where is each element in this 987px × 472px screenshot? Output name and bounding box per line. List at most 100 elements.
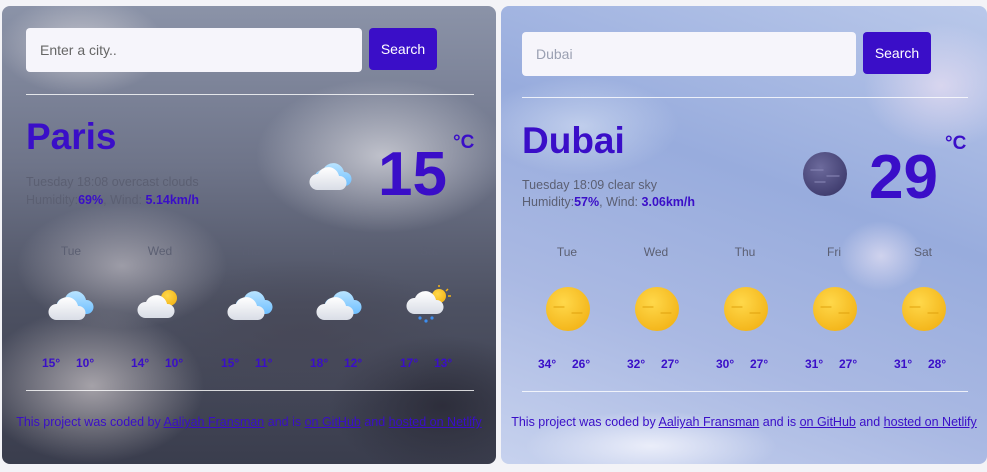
sun-icon: [635, 287, 679, 331]
forecast-day-name: Sat: [419, 244, 438, 258]
forecast-day-name: Tue: [556, 245, 578, 259]
forecast-low: 27°: [661, 357, 680, 371]
humidity-value: 57%: [574, 195, 600, 209]
search-button[interactable]: Search: [863, 32, 931, 74]
humidity-wind: Humidity:57%, Wind: 3.06km/h: [522, 195, 696, 209]
forecast-day-name: Tue: [60, 244, 82, 258]
forecast-day-name: Thu: [734, 245, 756, 259]
forecast-day: Wed 32° 27°: [611, 245, 701, 375]
forecast-low: 12°: [344, 356, 363, 370]
author-link[interactable]: Aaliyah Fransman: [164, 415, 265, 429]
github-link[interactable]: on GitHub: [800, 415, 856, 429]
wind-label: Wind:: [110, 193, 143, 207]
divider: [26, 94, 474, 95]
sun-icon: [546, 287, 590, 331]
wind-value: 3.06km/h: [641, 195, 696, 209]
forecast-high: 14°: [131, 356, 150, 370]
forecast-day-name: Thu: [239, 244, 261, 258]
footer-text: and: [360, 415, 389, 429]
humidity-value: 69%: [78, 193, 104, 207]
forecast-low: 13°: [434, 356, 453, 370]
sun-icon: [813, 287, 857, 331]
current-temperature: 29: [869, 143, 938, 212]
forecast-day-name: Wed: [147, 244, 173, 258]
forecast-low: 11°: [255, 356, 273, 370]
wind-value: 5.14km/h: [145, 193, 200, 207]
city-name: Dubai: [522, 120, 625, 161]
humidity-label: Humidity:: [26, 193, 79, 207]
divider: [522, 97, 968, 98]
datetime: Tuesday 18:09: [522, 178, 605, 192]
forecast-low: 10°: [76, 356, 95, 370]
search-input[interactable]: [522, 32, 856, 76]
forecast-low: 27°: [839, 357, 858, 371]
forecast-high: 30°: [716, 357, 735, 371]
forecast-day: Sat 31° 28°: [878, 245, 968, 375]
forecast-day: Fri 31° 27°: [789, 245, 879, 375]
footer-text: and is: [264, 415, 305, 429]
forecast-high: 15°: [42, 356, 61, 370]
humidity-label: Humidity:: [522, 195, 575, 209]
footer-text: This project was coded by: [16, 415, 164, 429]
sun-icon: [724, 287, 768, 331]
forecast-day-name: Fri: [332, 244, 346, 258]
date-condition: Tuesday 18:08 overcast clouds: [26, 175, 199, 189]
footer: This project was coded by Aaliyah Fransm…: [2, 415, 496, 429]
temperature-unit[interactable]: °C: [453, 132, 474, 154]
forecast-high: 17°: [400, 356, 419, 370]
forecast-low: 28°: [928, 357, 947, 371]
forecast-high: 31°: [894, 357, 913, 371]
humidity-wind: Humidity:69%, Wind: 5.14km/h: [26, 193, 200, 207]
forecast-day-name: Fri: [827, 245, 841, 259]
forecast-day: Thu 30° 27°: [700, 245, 790, 375]
cloud-icon: [227, 291, 273, 320]
footer-text: and: [855, 415, 884, 429]
divider: [26, 390, 474, 391]
condition: clear sky: [607, 178, 658, 192]
search-button[interactable]: Search: [369, 28, 437, 70]
cloud-icon: [48, 291, 94, 320]
netlify-link[interactable]: hosted on Netlify: [884, 415, 977, 429]
overcast-cloud-icon: [309, 163, 352, 190]
current-temperature: 15: [378, 140, 447, 209]
sun-rain-cloud-icon: [406, 285, 451, 323]
forecast-day: Fri 18° 12°: [294, 244, 384, 374]
sun-icon: [902, 287, 946, 331]
forecast-day: Wed 14° 10°: [115, 244, 205, 374]
footer-text: and is: [759, 415, 800, 429]
forecast-day: Tue 34° 26°: [522, 245, 612, 375]
github-link[interactable]: on GitHub: [305, 415, 361, 429]
forecast-high: 34°: [538, 357, 557, 371]
forecast-high: 18°: [310, 356, 329, 370]
author-link[interactable]: Aaliyah Fransman: [659, 415, 760, 429]
forecast-low: 26°: [572, 357, 591, 371]
divider: [522, 391, 968, 392]
date-condition: Tuesday 18:09 clear sky: [522, 178, 657, 192]
wind-label: Wind:: [606, 195, 639, 209]
forecast-day-name: Wed: [643, 245, 669, 259]
forecast-day: Sat 17° 13°: [384, 244, 474, 374]
footer: This project was coded by Aaliyah Fransm…: [501, 415, 987, 429]
cloud-icon: [316, 291, 362, 320]
forecast: Tue 15° 10° Wed 14° 10° Thu 15° 11° Fri …: [26, 244, 476, 374]
forecast-day: Thu 15° 11°: [205, 244, 295, 374]
condition: overcast clouds: [111, 175, 199, 189]
temperature-unit[interactable]: °C: [945, 133, 966, 155]
forecast-low: 10°: [165, 356, 184, 370]
weather-card-paris: Search Paris Tuesday 18:08 overcast clou…: [2, 6, 496, 464]
forecast: Tue 34° 26° Wed 32° 27° Thu 30° 27° Fri …: [522, 245, 972, 375]
clear-night-moon-icon: [803, 152, 847, 196]
search-input[interactable]: [26, 28, 362, 72]
city-name: Paris: [26, 116, 117, 157]
datetime: Tuesday 18:08: [26, 175, 109, 189]
forecast-high: 31°: [805, 357, 824, 371]
forecast-low: 27°: [750, 357, 769, 371]
forecast-high: 15°: [221, 356, 240, 370]
weather-card-dubai: Search Dubai Tuesday 18:09 clear sky Hum…: [501, 6, 987, 464]
forecast-day-name: Sat: [913, 245, 932, 259]
sun-cloud-icon: [137, 290, 177, 318]
forecast-high: 32°: [627, 357, 646, 371]
forecast-day: Tue 15° 10°: [26, 244, 116, 374]
footer-text: This project was coded by: [511, 415, 659, 429]
netlify-link[interactable]: hosted on Netlify: [389, 415, 482, 429]
